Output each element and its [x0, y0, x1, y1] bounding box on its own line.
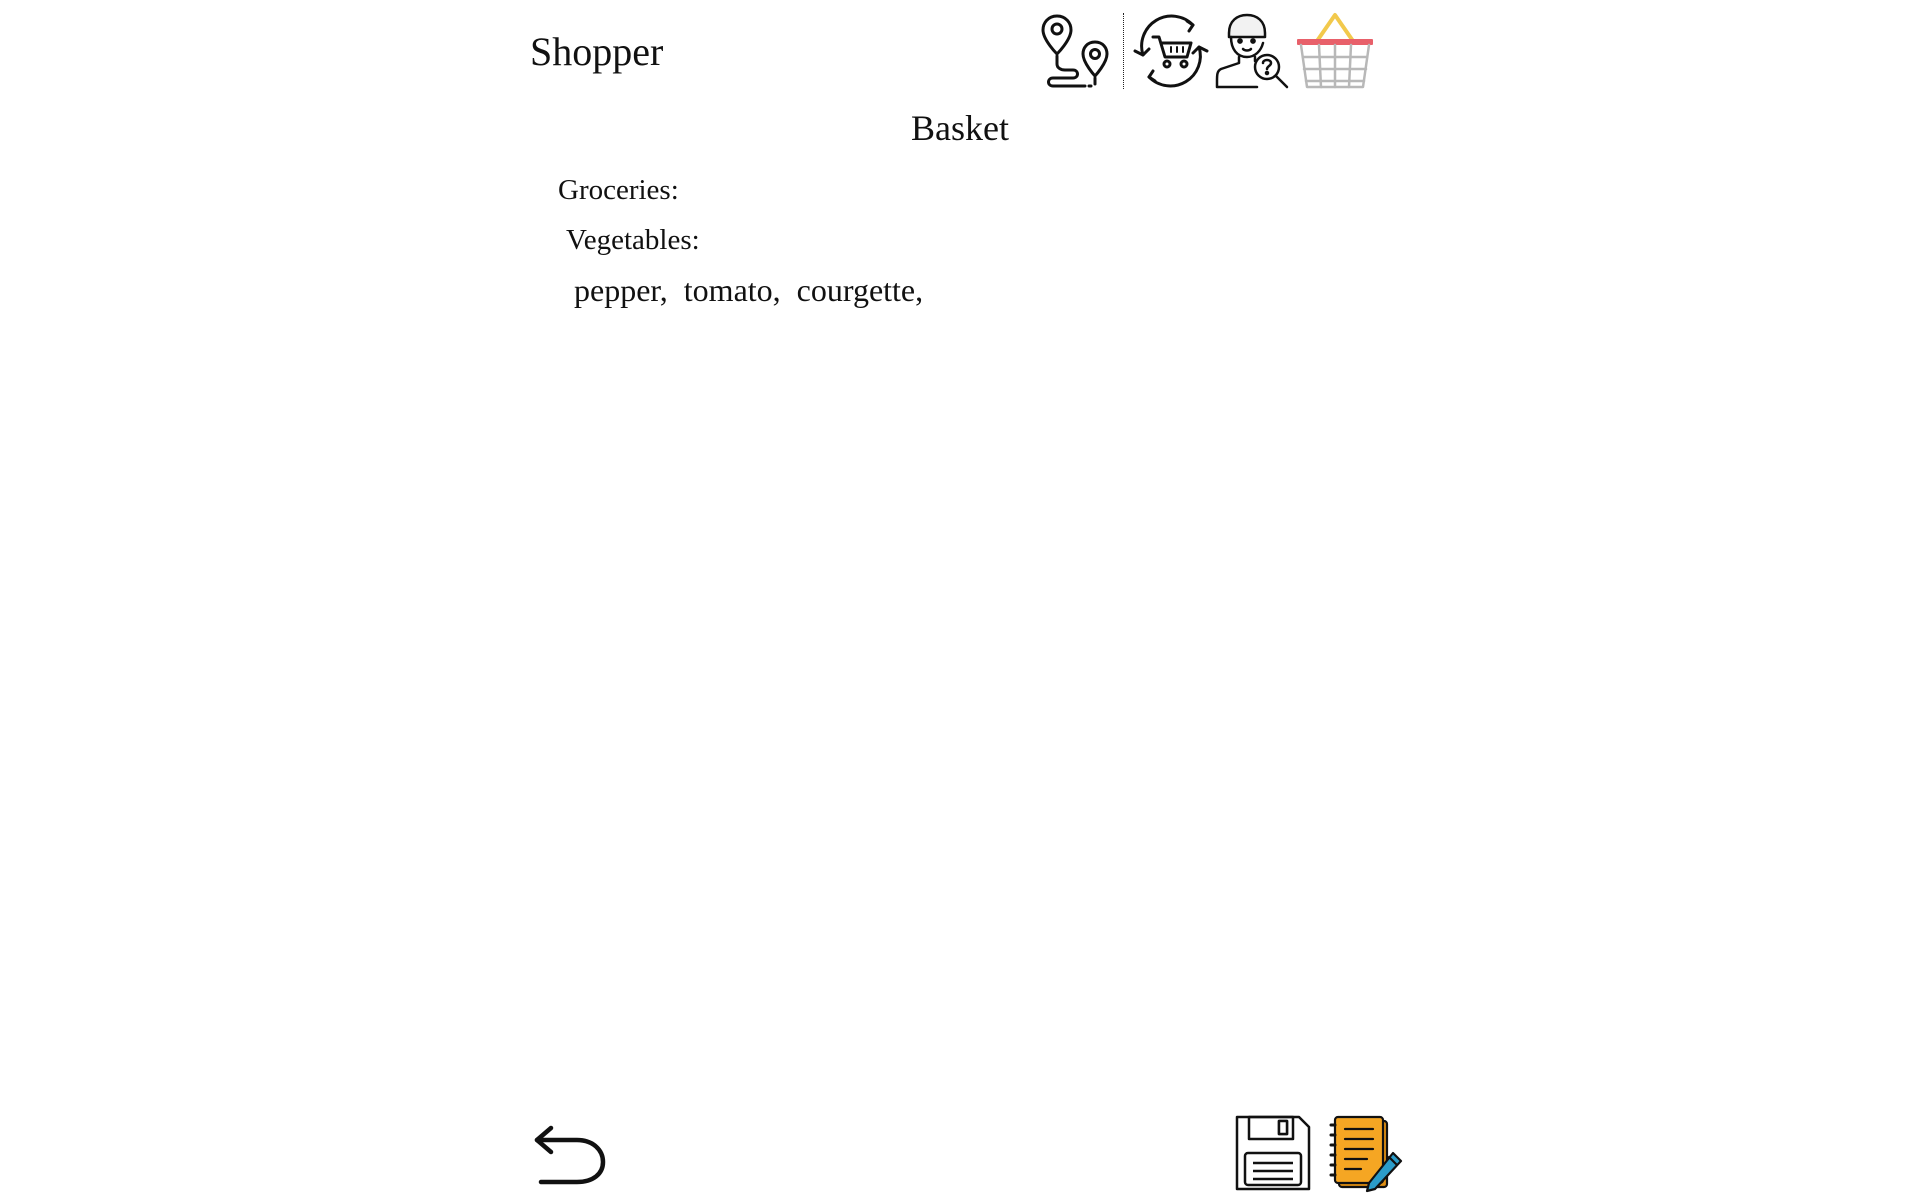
- cart-refresh-button[interactable]: [1130, 10, 1212, 92]
- footer-right: [1233, 1113, 1407, 1193]
- basket-button[interactable]: [1294, 10, 1376, 92]
- toolbar-divider: [1123, 13, 1124, 89]
- subcategory-label: Vegetables:: [566, 224, 700, 256]
- route-map-icon: [1041, 14, 1109, 88]
- list-item[interactable]: courgette,: [797, 270, 923, 310]
- notepad-edit-button[interactable]: [1327, 1113, 1407, 1193]
- customer-support-icon: [1215, 13, 1289, 89]
- item-list: pepper, tomato, courgette,: [574, 270, 923, 310]
- back-arrow-icon: [534, 1125, 606, 1185]
- list-item[interactable]: tomato,: [684, 270, 781, 310]
- app-title: Shopper: [530, 29, 664, 74]
- footer-left: [530, 1115, 610, 1195]
- route-map-button[interactable]: [1035, 10, 1117, 92]
- category-label: Groceries:: [558, 174, 679, 206]
- notepad-edit-icon: [1329, 1115, 1403, 1193]
- customer-support-button[interactable]: [1212, 10, 1294, 92]
- list-item[interactable]: pepper,: [574, 270, 668, 310]
- page-title: Basket: [911, 108, 1009, 148]
- cart-refresh-icon: [1133, 14, 1209, 88]
- back-button[interactable]: [530, 1115, 610, 1195]
- top-toolbar: [1035, 10, 1376, 92]
- save-icon: [1235, 1115, 1311, 1191]
- basket-icon: [1297, 13, 1373, 89]
- save-button[interactable]: [1233, 1113, 1313, 1193]
- app-container: Shopper Basket Groceries: Vegetables: pe…: [515, 0, 1405, 1200]
